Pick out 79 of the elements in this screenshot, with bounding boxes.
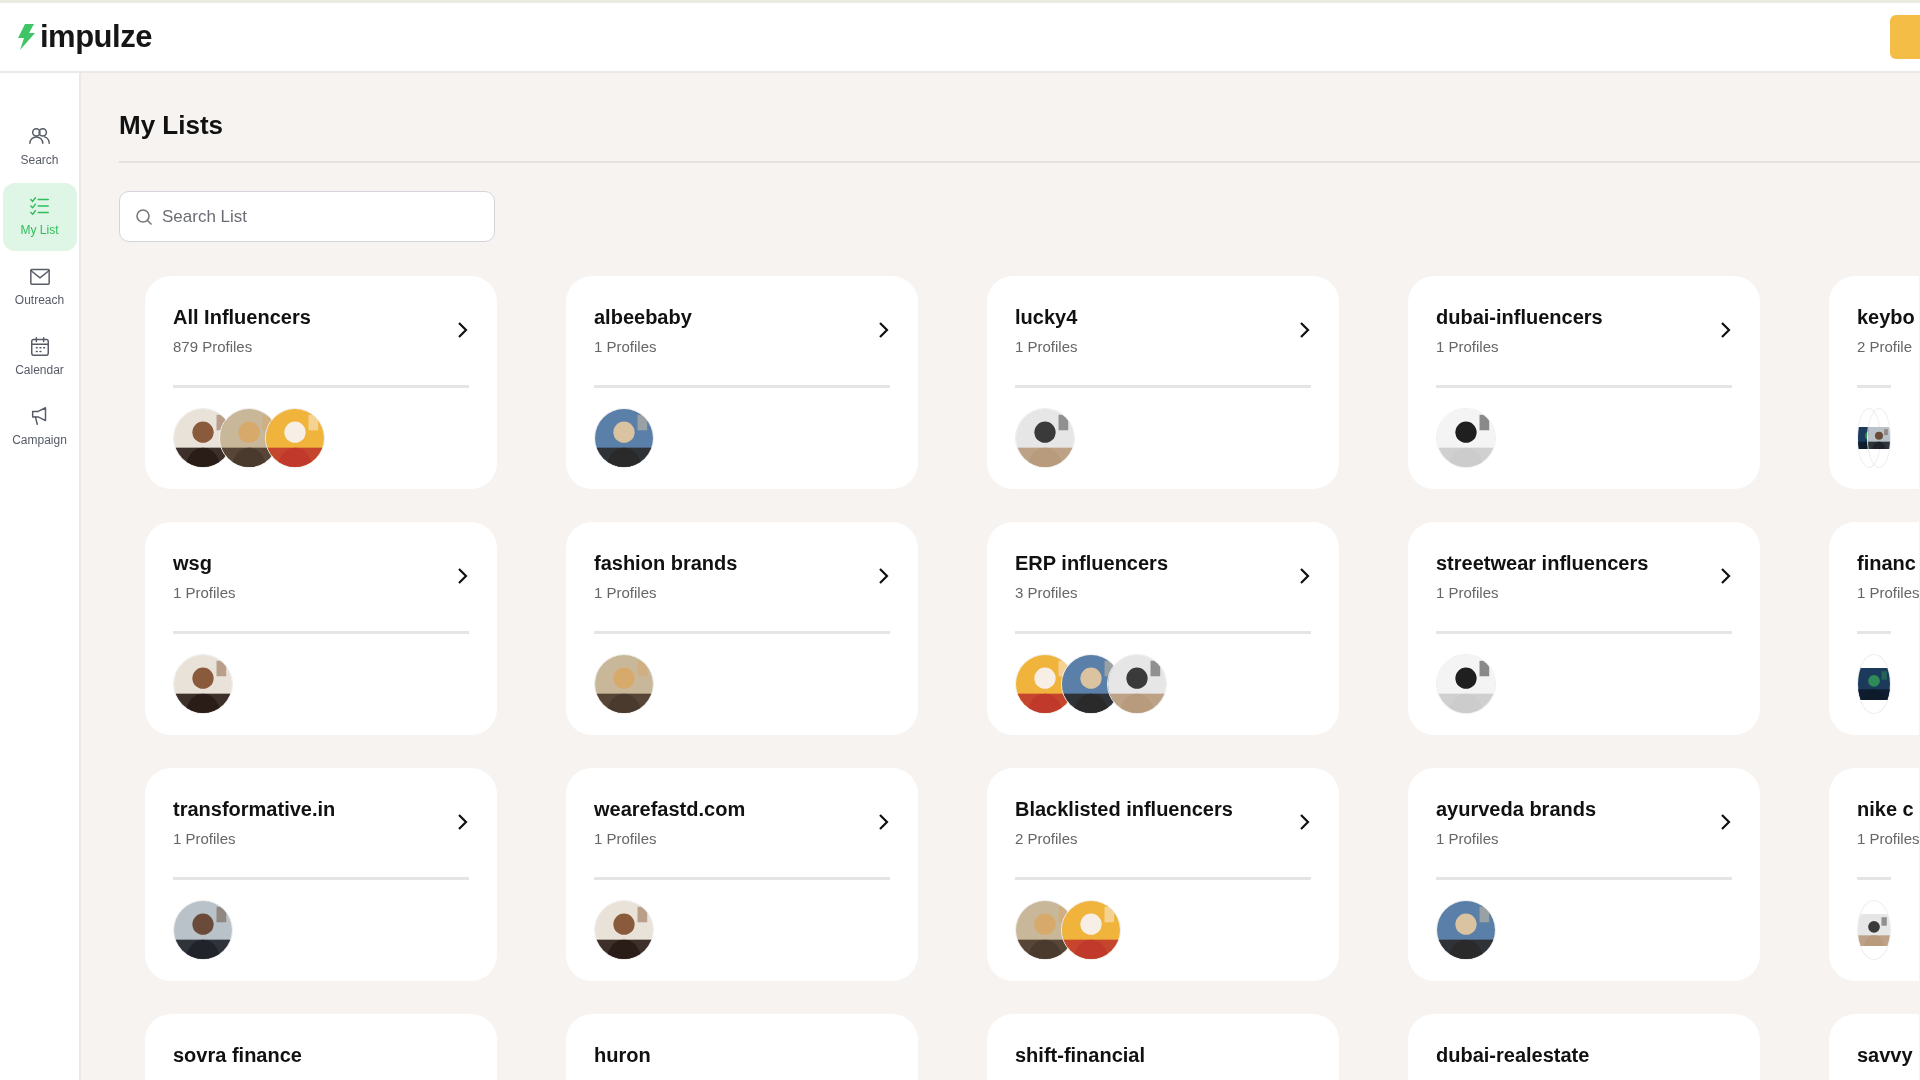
sidebar-item[interactable]: Outreach <box>2 253 77 321</box>
chevron-icon[interactable] <box>1720 813 1732 832</box>
list-name: dubai-realestate <box>1436 1043 1590 1069</box>
search-field[interactable]: Search List <box>119 191 495 243</box>
list-name: dubai-influencers <box>1436 305 1603 331</box>
list-card[interactable]: ERP influencers 3 Profiles <box>987 522 1339 736</box>
profile-count: 1 Profiles <box>173 583 236 604</box>
profile-count: 1 Profiles <box>1857 583 1919 604</box>
chevron-icon[interactable] <box>1299 813 1311 832</box>
list-card[interactable]: dubai-influencers 1 Profiles <box>1408 276 1760 490</box>
checklist-icon <box>28 195 51 217</box>
list-name: Blacklisted influencers <box>1015 797 1233 823</box>
profile-count: 1 Profiles <box>1857 829 1919 850</box>
bolt-icon <box>16 24 36 50</box>
list-name: fashion brands <box>594 551 738 577</box>
list-name: nike c <box>1857 797 1915 823</box>
list-name: wearefastd.com <box>594 797 746 823</box>
list-name: streetwear influencers <box>1436 551 1649 577</box>
chevron-icon[interactable] <box>1720 567 1732 586</box>
chevron-icon[interactable] <box>878 321 890 340</box>
chevron-icon[interactable] <box>457 813 469 832</box>
profile-count: 1 Profiles <box>1436 829 1500 850</box>
chevron-icon[interactable] <box>457 321 469 340</box>
chevron-icon[interactable] <box>1720 321 1732 340</box>
list-card[interactable]: wearefastd.com 1 Profiles <box>566 768 918 982</box>
profile-count: 2 Profile <box>1857 337 1914 358</box>
list-name: sovra finance <box>173 1043 302 1069</box>
list-name: wsg <box>173 551 213 577</box>
list-name: huron <box>594 1043 651 1069</box>
list-name: lucky4 <box>1015 305 1078 331</box>
list-card[interactable]: streetwear influencers 1 Profiles <box>1408 522 1760 736</box>
list-name: financ <box>1857 551 1917 577</box>
list-name: transformative.in <box>173 797 336 823</box>
list-name: albeebaby <box>594 305 692 331</box>
list-card[interactable]: albeebaby 1 Profiles <box>566 276 918 490</box>
sidebar-item[interactable]: Campaign <box>2 393 77 461</box>
list-card[interactable]: wsg 1 Profiles <box>145 522 497 736</box>
list-card[interactable]: lucky4 1 Profiles <box>987 276 1339 490</box>
sidebar-item[interactable]: Search <box>2 113 77 181</box>
profile-count: 3 Profiles <box>1015 583 1079 604</box>
search-icon <box>135 208 153 227</box>
chevron-icon[interactable] <box>1299 567 1311 586</box>
profile-count: 1 Profiles <box>1436 583 1500 604</box>
list-name: ayurveda brands <box>1436 797 1597 823</box>
list-card[interactable]: All Influencers 879 Profiles <box>145 276 497 490</box>
list-card[interactable]: dubai-realestate <box>1408 1014 1760 1080</box>
list-card[interactable]: fashion brands 1 Profiles <box>566 522 918 736</box>
list-name: ERP influencers <box>1015 551 1169 577</box>
list-card[interactable]: financ 1 Profiles <box>1829 522 1919 736</box>
profile-count: 1 Profiles <box>594 337 658 358</box>
list-card[interactable]: nike c 1 Profiles <box>1829 768 1919 982</box>
list-card[interactable]: shift-financial <box>987 1014 1339 1080</box>
list-card[interactable]: ayurveda brands 1 Profiles <box>1408 768 1760 982</box>
sidebar-item[interactable]: Calendar <box>2 323 77 391</box>
list-card[interactable]: sovra finance <box>145 1014 497 1080</box>
profile-count: 2 Profiles <box>1015 829 1079 850</box>
logo: impulze <box>40 17 152 56</box>
list-card[interactable]: savvy <box>1829 1014 1919 1080</box>
profile-count: 1 Profiles <box>1015 337 1078 358</box>
list-name: keybo <box>1857 305 1915 331</box>
list-card[interactable]: keybo 2 Profile <box>1829 276 1919 490</box>
chevron-icon[interactable] <box>1299 321 1311 340</box>
list-name: All Influencers <box>173 305 311 331</box>
chevron-icon[interactable] <box>457 567 469 586</box>
calendar-icon <box>28 335 51 357</box>
page-title: My Lists <box>119 110 225 142</box>
profile-count: 879 Profiles <box>173 337 254 358</box>
list-card[interactable]: huron <box>566 1014 918 1080</box>
profile-count: 1 Profiles <box>173 829 237 850</box>
profile-count: 1 Profiles <box>1436 337 1500 358</box>
list-name: shift-financial <box>1015 1043 1145 1069</box>
profile-count: 1 Profiles <box>594 583 658 604</box>
profile-count: 1 Profiles <box>594 829 658 850</box>
people-icon <box>28 125 51 147</box>
chevron-icon[interactable] <box>878 567 890 586</box>
list-name: savvy <box>1857 1043 1913 1069</box>
list-card[interactable]: Blacklisted influencers 2 Profiles <box>987 768 1339 982</box>
list-card[interactable]: transformative.in 1 Profiles <box>145 768 497 982</box>
chevron-icon[interactable] <box>878 813 890 832</box>
